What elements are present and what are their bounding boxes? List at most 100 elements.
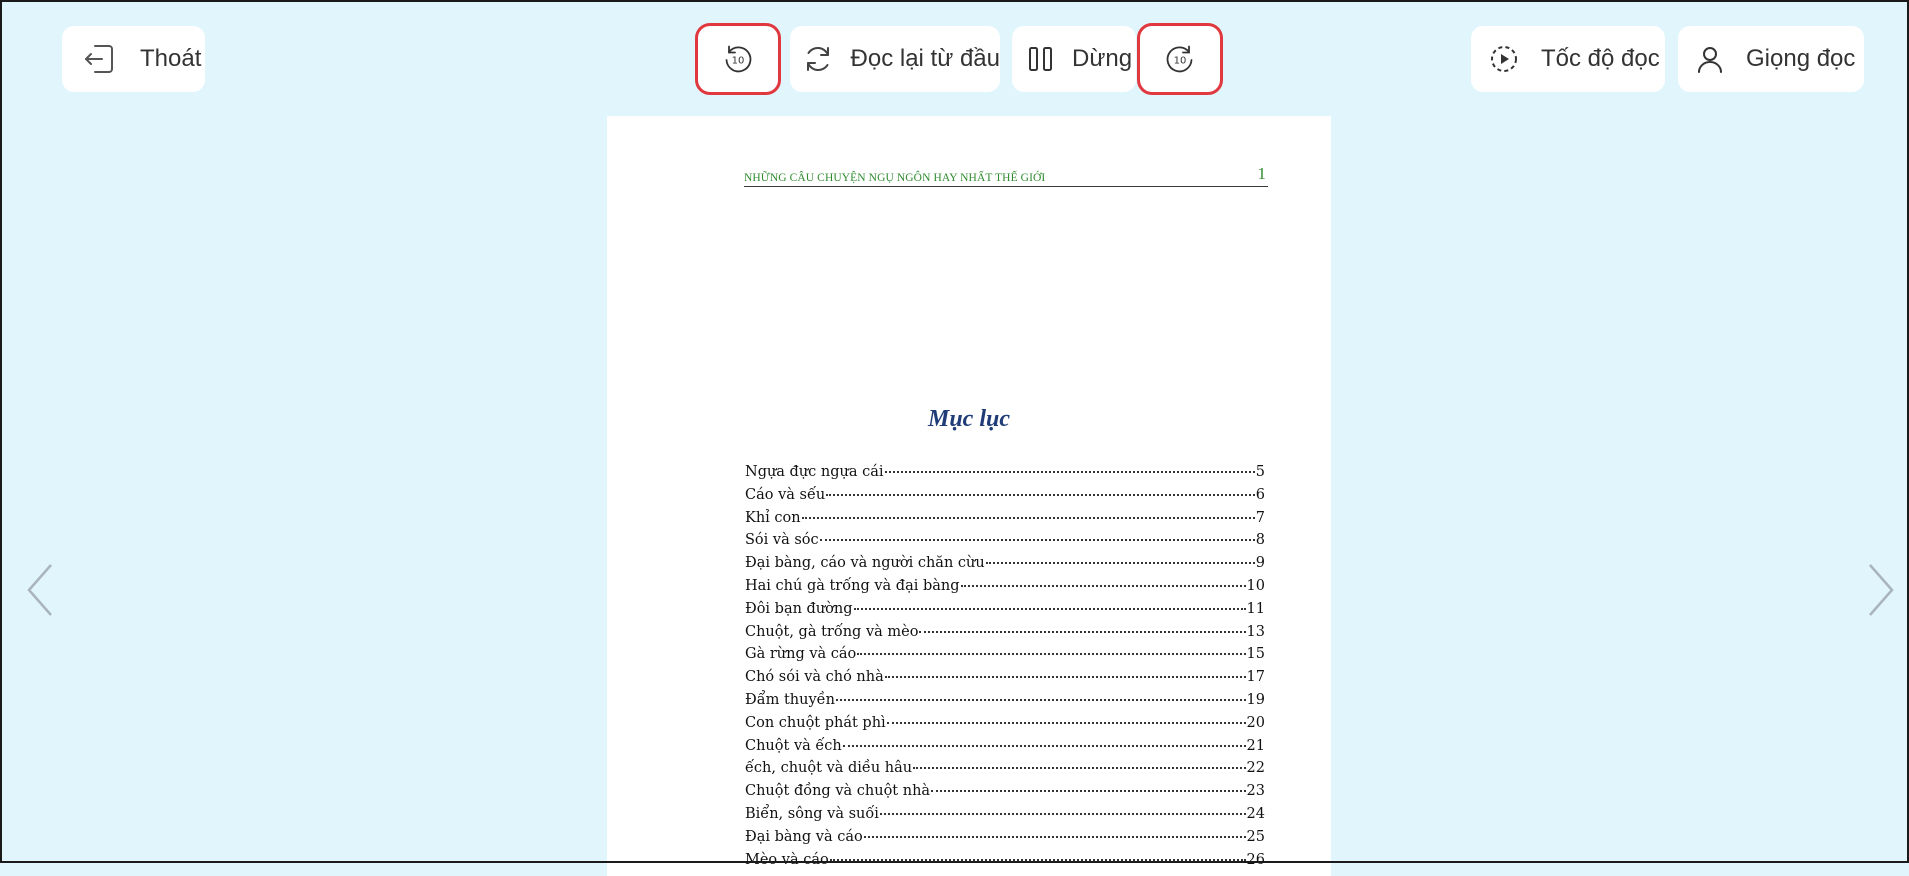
toc-entry[interactable]: Sói và sóc 8 — [745, 532, 1265, 555]
chevron-right-icon — [1869, 564, 1894, 616]
table-of-contents: Ngựa đực ngựa cái 5 Cáo và sếu 6 Khỉ con 7 Sói… — [745, 464, 1265, 874]
toc-leader-dots — [931, 790, 1246, 793]
toc-entry-page: 26 — [1246, 851, 1265, 868]
toc-leader-dots — [985, 562, 1255, 565]
toc-entry-title: Đại bàng, cáo và người chăn cừu — [745, 555, 985, 572]
toc-entry-page: 21 — [1246, 737, 1265, 754]
toc-entry-page: 15 — [1246, 646, 1265, 663]
forward-10-icon: 10 — [1164, 43, 1196, 75]
toc-entry-title: Khỉ con — [745, 509, 801, 526]
toc-entry-page: 23 — [1246, 783, 1265, 800]
toc-entry-page: 20 — [1246, 714, 1265, 731]
restart-label: Đọc lại từ đầu — [850, 45, 1000, 72]
toc-entry-page: 10 — [1246, 577, 1265, 594]
toc-entry-title: ếch, chuột và diều hâu — [745, 760, 913, 777]
toc-entry-title: Chuột đồng và chuột nhà — [745, 783, 931, 800]
speed-button[interactable]: Tốc độ đọc — [1471, 26, 1665, 92]
toc-entry-page: 24 — [1246, 805, 1265, 822]
toc-entry-page: 5 — [1255, 464, 1265, 480]
toc-entry[interactable]: Chó sói và chó nhà 17 — [745, 669, 1265, 692]
previous-page-button[interactable] — [20, 562, 60, 618]
toc-entry-title: Gà rừng và cáo — [745, 646, 857, 663]
toc-entry-page: 22 — [1246, 760, 1265, 777]
toc-entry-title: Chuột và ếch — [745, 737, 842, 754]
toc-leader-dots — [913, 767, 1246, 770]
pause-icon — [1026, 45, 1056, 73]
toc-leader-dots — [829, 858, 1246, 861]
speed-icon — [1487, 43, 1521, 75]
toc-leader-dots — [835, 698, 1246, 701]
voice-label: Giọng đọc — [1746, 45, 1856, 72]
rewind-10-button[interactable]: 10 — [695, 23, 781, 95]
toc-entry[interactable]: Biển, sông và suối 24 — [745, 806, 1265, 829]
book-page: NHỮNG CÂU CHUYỆN NGỤ NGÔN HAY NHẤT THẾ G… — [607, 116, 1331, 876]
toc-entry-title: Đại bàng và cáo — [745, 828, 863, 845]
running-head-title: NHỮNG CÂU CHUYỆN NGỤ NGÔN HAY NHẤT THẾ G… — [744, 172, 1046, 184]
toc-entry-page: 13 — [1246, 623, 1265, 640]
toc-leader-dots — [919, 630, 1246, 633]
voice-button[interactable]: Giọng đọc — [1678, 26, 1864, 92]
exit-label: Thoát — [140, 45, 202, 72]
toc-leader-dots — [819, 539, 1255, 542]
pause-label: Dừng — [1072, 45, 1133, 72]
toc-entry-page: 6 — [1255, 486, 1265, 503]
page-number: 1 — [1257, 164, 1267, 183]
toc-leader-dots — [863, 835, 1246, 838]
toc-leader-dots — [886, 721, 1246, 724]
toc-entry[interactable]: Chuột, gà trống và mèo 13 — [745, 624, 1265, 647]
logout-icon — [76, 42, 122, 76]
toc-entry[interactable]: Cáo và sếu 6 — [745, 487, 1265, 510]
toc-entry-title: Chó sói và chó nhà — [745, 669, 884, 686]
toc-leader-dots — [801, 516, 1255, 519]
toc-entry-title: Cáo và sếu — [745, 486, 826, 503]
running-head: NHỮNG CÂU CHUYỆN NGỤ NGÔN HAY NHẤT THẾ G… — [744, 164, 1268, 187]
toc-entry-title: Hai chú gà trống và đại bàng — [745, 577, 960, 594]
restart-button[interactable]: Đọc lại từ đầu — [790, 26, 1000, 92]
toc-entry[interactable]: Chuột và ếch 21 — [745, 738, 1265, 761]
toc-entry[interactable]: Đôi bạn đường 11 — [745, 601, 1265, 624]
forward-10-button[interactable]: 10 — [1137, 23, 1223, 95]
pause-button[interactable]: Dừng — [1012, 26, 1136, 92]
toc-entry[interactable]: Đại bàng và cáo 25 — [745, 829, 1265, 852]
replay-10-icon: 10 — [722, 43, 754, 75]
toc-entry-title: Con chuột phát phì — [745, 714, 886, 731]
refresh-icon — [802, 43, 835, 75]
toc-leader-dots — [960, 584, 1246, 587]
toc-title: Mục lục — [927, 406, 1010, 432]
toc-entry-title: Ngựa đực ngựa cái — [745, 464, 884, 480]
toc-entry[interactable]: Gà rừng và cáo 15 — [745, 646, 1265, 669]
toc-entry[interactable]: Chuột đồng và chuột nhà 23 — [745, 783, 1265, 806]
toc-leader-dots — [853, 607, 1246, 610]
toc-entry[interactable]: Đại bàng, cáo và người chăn cừu 9 — [745, 555, 1265, 578]
speed-label: Tốc độ đọc — [1541, 45, 1660, 72]
toc-entry[interactable]: Khỉ con 7 — [745, 510, 1265, 533]
toc-leader-dots — [826, 493, 1255, 496]
toc-entry-page: 7 — [1255, 509, 1265, 526]
toc-leader-dots — [857, 653, 1246, 656]
toc-entry[interactable]: Hai chú gà trống và đại bàng 10 — [745, 578, 1265, 601]
toc-entry-title: Đôi bạn đường — [745, 600, 853, 617]
toc-entry-page: 9 — [1255, 555, 1265, 572]
toc-entry-page: 8 — [1255, 532, 1265, 549]
toc-entry[interactable]: ếch, chuột và diều hâu 22 — [745, 760, 1265, 783]
toc-entry-title: Mèo và cáo — [745, 851, 829, 868]
toc-entry-title: Biển, sông và suối — [745, 805, 879, 822]
svg-text:10: 10 — [732, 56, 745, 67]
toc-leader-dots — [842, 744, 1246, 747]
toc-entry[interactable]: Con chuột phát phì 20 — [745, 715, 1265, 738]
toc-entry-title: Chuột, gà trống và mèo — [745, 623, 919, 640]
toc-leader-dots — [884, 676, 1246, 679]
toc-entry[interactable]: Ngựa đực ngựa cái 5 — [745, 464, 1265, 487]
user-icon — [1694, 44, 1726, 74]
toc-entry[interactable]: Đẩm thuyền 19 — [745, 692, 1265, 715]
toc-entry-page: 17 — [1246, 669, 1265, 686]
toc-leader-dots — [884, 471, 1255, 473]
toc-entry-page: 11 — [1246, 600, 1265, 617]
svg-text:10: 10 — [1174, 56, 1187, 67]
toc-entry-page: 19 — [1246, 691, 1265, 708]
chevron-left-icon — [27, 564, 52, 616]
toc-entry-title: Sói và sóc — [745, 532, 819, 549]
next-page-button[interactable] — [1861, 562, 1901, 618]
toc-entry-page: 25 — [1246, 828, 1265, 845]
exit-button[interactable]: Thoát — [62, 26, 205, 92]
